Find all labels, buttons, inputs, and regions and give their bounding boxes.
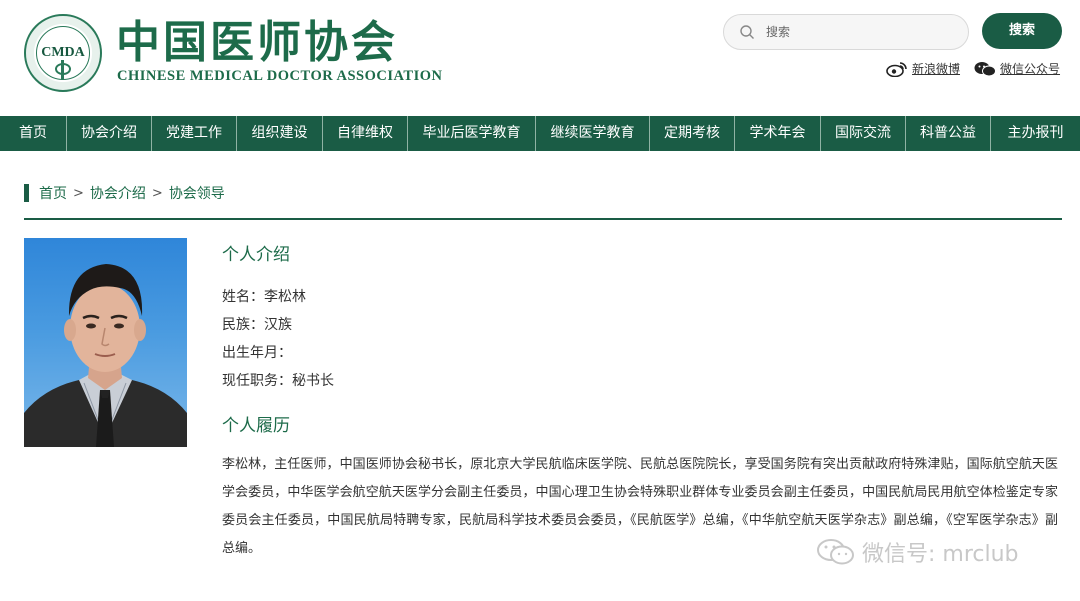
search-button[interactable]: 搜索 [982, 13, 1062, 49]
nav-item-party[interactable]: 党建工作 [152, 116, 237, 151]
wechat-watermark-icon [817, 539, 854, 565]
seal-text: CMDA [41, 45, 85, 60]
nav-item-public-welfare[interactable]: 科普公益 [906, 116, 991, 151]
nav-item-publications[interactable]: 主办报刊 [991, 116, 1080, 151]
wechat-label: 微信公众号 [1000, 62, 1061, 76]
search-input[interactable] [766, 22, 956, 42]
chevron-right-icon: > [151, 185, 163, 201]
logo-chinese-name[interactable]: 中国医师协会 [116, 18, 398, 68]
ethnicity-field: 民族：汉族 [222, 317, 292, 333]
weibo-link[interactable]: 新浪微博 [886, 60, 960, 77]
profile-photo [24, 238, 187, 447]
weibo-label: 新浪微博 [912, 62, 961, 76]
breadcrumb-about[interactable]: 协会介绍 [90, 183, 146, 203]
nav-item-annual-meeting[interactable]: 学术年会 [735, 116, 821, 151]
portrait-illustration [24, 264, 187, 447]
watermark: 微信号: mrclub [816, 536, 1019, 568]
breadcrumb-leaders[interactable]: 协会领导 [169, 183, 225, 203]
nav-item-organization[interactable]: 组织建设 [237, 116, 323, 151]
nav-item-postgrad-education[interactable]: 毕业后医学教育 [408, 116, 536, 151]
breadcrumb: 首页 > 协会介绍 > 协会领导 [24, 184, 225, 202]
cmda-seal-logo[interactable]: CMDA [24, 14, 102, 92]
search-icon [740, 25, 754, 39]
main-nav: 首页 协会介绍 党建工作 组织建设 自律维权 毕业后医学教育 继续医学教育 定期… [0, 116, 1080, 151]
nav-item-self-discipline[interactable]: 自律维权 [323, 116, 408, 151]
chevron-right-icon: > [73, 185, 84, 201]
name-field: 姓名：李松林 [222, 289, 306, 305]
nav-item-home[interactable]: 首页 [0, 116, 67, 151]
logo-english-name[interactable]: CHINESE MEDICAL DOCTOR ASSOCIATION [117, 68, 442, 85]
wechat-link[interactable]: 微信公众号 [974, 60, 1060, 77]
site-header: CMDA 中国医师协会 CHINESE MEDICAL DOCTOR ASSOC… [0, 0, 1080, 116]
nav-item-continuing-education[interactable]: 继续医学教育 [536, 116, 650, 151]
breadcrumb-home[interactable]: 首页 [39, 183, 67, 203]
watermark-text: 微信号: mrclub [862, 542, 1019, 567]
nav-item-about[interactable]: 协会介绍 [67, 116, 152, 151]
wechat-icon [974, 61, 996, 76]
weibo-icon [886, 61, 907, 77]
position-field: 现任职务：秘书长 [222, 373, 334, 389]
search-box[interactable] [723, 14, 969, 50]
nav-item-periodic-assessment[interactable]: 定期考核 [650, 116, 735, 151]
divider [24, 218, 1062, 220]
nav-item-international[interactable]: 国际交流 [821, 116, 906, 151]
breadcrumb-marker [24, 184, 29, 202]
intro-heading: 个人介绍 [222, 245, 290, 265]
birth-field: 出生年月： [222, 345, 292, 361]
resume-heading: 个人履历 [222, 416, 290, 436]
